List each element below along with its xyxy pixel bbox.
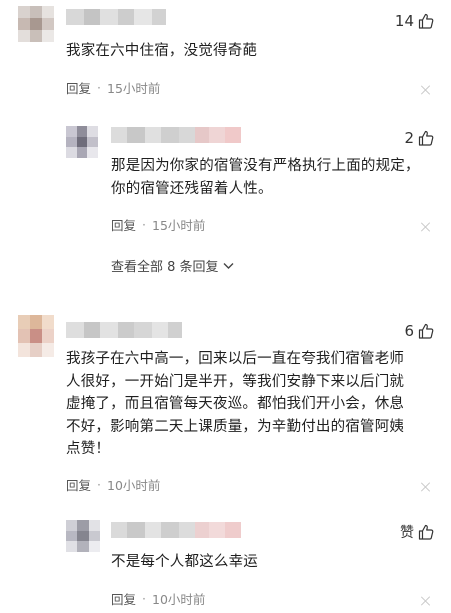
reply-button[interactable]: 回复 — [66, 475, 91, 494]
like-button[interactable]: 赞 — [400, 522, 434, 542]
username-blurred[interactable] — [111, 127, 241, 143]
like-label: 赞 — [400, 525, 414, 541]
comment-meta: 回复 · 10小时前 — [66, 475, 160, 494]
separator-dot: · — [97, 80, 101, 95]
username-blurred[interactable] — [111, 522, 241, 538]
timestamp: 15小时前 — [152, 218, 206, 233]
reply-text: 那是因为你家的宿管没有严格执行上面的规定， 你的宿管还残留着人性。 — [111, 158, 420, 197]
like-count: 2 — [404, 129, 414, 147]
username-blurred[interactable] — [66, 322, 182, 338]
like-button[interactable]: 6 — [404, 322, 434, 340]
like-button[interactable]: 2 — [404, 129, 434, 147]
avatar[interactable] — [18, 315, 54, 357]
thumbs-up-icon — [418, 323, 434, 339]
reply-meta: 回复 · 10小时前 — [111, 589, 205, 608]
comment-text: 我家在六中住宿，没觉得奇葩 — [66, 43, 258, 59]
comment-text: 我孩子在六中高一，回来以后一直在夸我们宿管老师 人很好，一开始门是半开，等我们安… — [66, 351, 405, 457]
timestamp: 15小时前 — [107, 81, 161, 96]
username-blurred[interactable] — [66, 9, 166, 25]
close-icon[interactable] — [421, 222, 431, 232]
like-count: 14 — [394, 12, 414, 30]
timestamp: 10小时前 — [152, 592, 206, 607]
avatar[interactable] — [18, 6, 54, 42]
chevron-down-icon — [223, 262, 234, 269]
view-all-replies-button[interactable]: 查看全部 8 条回复 — [111, 256, 234, 275]
timestamp: 10小时前 — [107, 478, 161, 493]
reply-text: 不是每个人都这么幸运 — [111, 554, 258, 570]
separator-dot: · — [142, 217, 146, 232]
thumbs-up-icon — [418, 524, 434, 540]
close-icon[interactable] — [421, 482, 431, 492]
close-icon[interactable] — [421, 596, 431, 606]
like-count: 6 — [404, 322, 414, 340]
reply-button[interactable]: 回复 — [111, 215, 136, 234]
avatar[interactable] — [66, 126, 98, 158]
separator-dot: · — [97, 477, 101, 492]
like-button[interactable]: 14 — [395, 12, 434, 30]
reply-meta: 回复 · 15小时前 — [111, 215, 205, 234]
separator-dot: · — [142, 591, 146, 606]
thumbs-up-icon — [418, 13, 434, 29]
avatar[interactable] — [66, 520, 100, 552]
close-icon[interactable] — [421, 85, 431, 95]
comment-meta: 回复 · 15小时前 — [66, 78, 160, 97]
thumbs-up-icon — [418, 130, 434, 146]
reply-button[interactable]: 回复 — [111, 589, 136, 608]
reply-button[interactable]: 回复 — [66, 78, 91, 97]
